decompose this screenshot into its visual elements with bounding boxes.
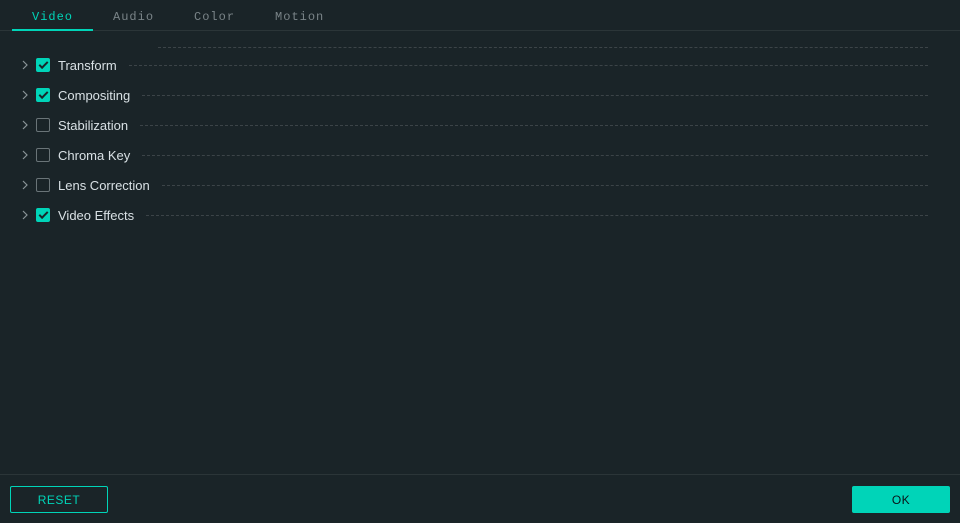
chevron-right-icon[interactable] [18,180,32,190]
divider [142,95,928,96]
reset-button[interactable]: RESET [10,486,108,513]
tab-bar: Video Audio Color Motion [0,0,960,31]
checkbox-chroma-key[interactable] [36,148,50,162]
row-transform: Transform [18,50,952,80]
chevron-right-icon[interactable] [18,60,32,70]
divider [162,185,928,186]
row-compositing: Compositing [18,80,952,110]
checkbox-lens-correction[interactable] [36,178,50,192]
row-stabilization: Stabilization [18,110,952,140]
row-chroma-key: Chroma Key [18,140,952,170]
chevron-right-icon[interactable] [18,120,32,130]
row-label: Compositing [58,88,142,103]
row-label: Video Effects [58,208,146,223]
divider [142,155,928,156]
checkbox-compositing[interactable] [36,88,50,102]
checkbox-stabilization[interactable] [36,118,50,132]
row-label: Stabilization [58,118,140,133]
chevron-right-icon[interactable] [18,90,32,100]
row-video-effects: Video Effects [18,200,952,230]
row-lens-correction: Lens Correction [18,170,952,200]
divider [146,215,928,216]
chevron-right-icon[interactable] [18,210,32,220]
tab-color[interactable]: Color [174,2,255,30]
checkbox-transform[interactable] [36,58,50,72]
footer: RESET OK [0,474,960,523]
chevron-right-icon[interactable] [18,150,32,160]
checkbox-video-effects[interactable] [36,208,50,222]
tab-motion[interactable]: Motion [255,2,344,30]
settings-panel: Transform Compositing Stabilization Chro… [0,31,960,474]
row-label: Chroma Key [58,148,142,163]
ok-button[interactable]: OK [852,486,950,513]
divider [140,125,928,126]
tab-video[interactable]: Video [12,2,93,30]
row-label: Lens Correction [58,178,162,193]
tab-audio[interactable]: Audio [93,2,174,30]
row-label: Transform [58,58,129,73]
divider [158,47,928,48]
divider [129,65,928,66]
